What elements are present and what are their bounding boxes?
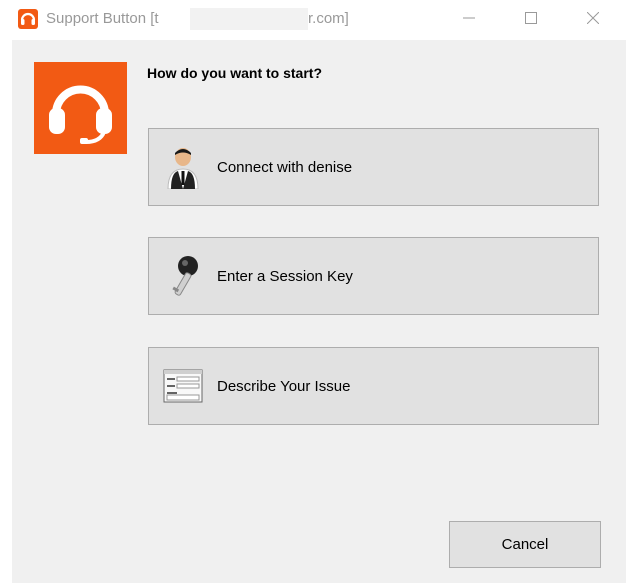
close-icon [586,11,600,29]
window-title: Support Button [t [46,10,159,27]
describe-issue-button[interactable]: Describe Your Issue [148,347,599,425]
title-bar[interactable]: Support Button [t r.com] [12,0,626,40]
session-key-option-label: Enter a Session Key [217,268,353,285]
connect-option-label: Connect with denise [217,159,353,176]
minimize-button[interactable] [446,0,492,40]
person-icon [163,145,203,190]
window-title-suffix: r.com] [308,10,349,27]
describe-issue-option-label: Describe Your Issue [217,378,351,395]
form-icon [163,364,203,408]
connect-with-agent-button[interactable]: Connect with denise [148,128,599,206]
key-icon [163,254,203,298]
close-button[interactable] [570,0,616,40]
cancel-button[interactable]: Cancel [449,521,601,568]
support-window: Support Button [t r.com] How do you want… [12,0,626,583]
headset-logo [34,62,127,154]
maximize-button[interactable] [508,0,554,40]
redacted-region [190,8,308,30]
minimize-icon [463,11,475,29]
prompt-heading: How do you want to start? [147,65,322,81]
maximize-icon [525,11,537,29]
headset-app-icon [18,9,38,29]
enter-session-key-button[interactable]: Enter a Session Key [148,237,599,315]
